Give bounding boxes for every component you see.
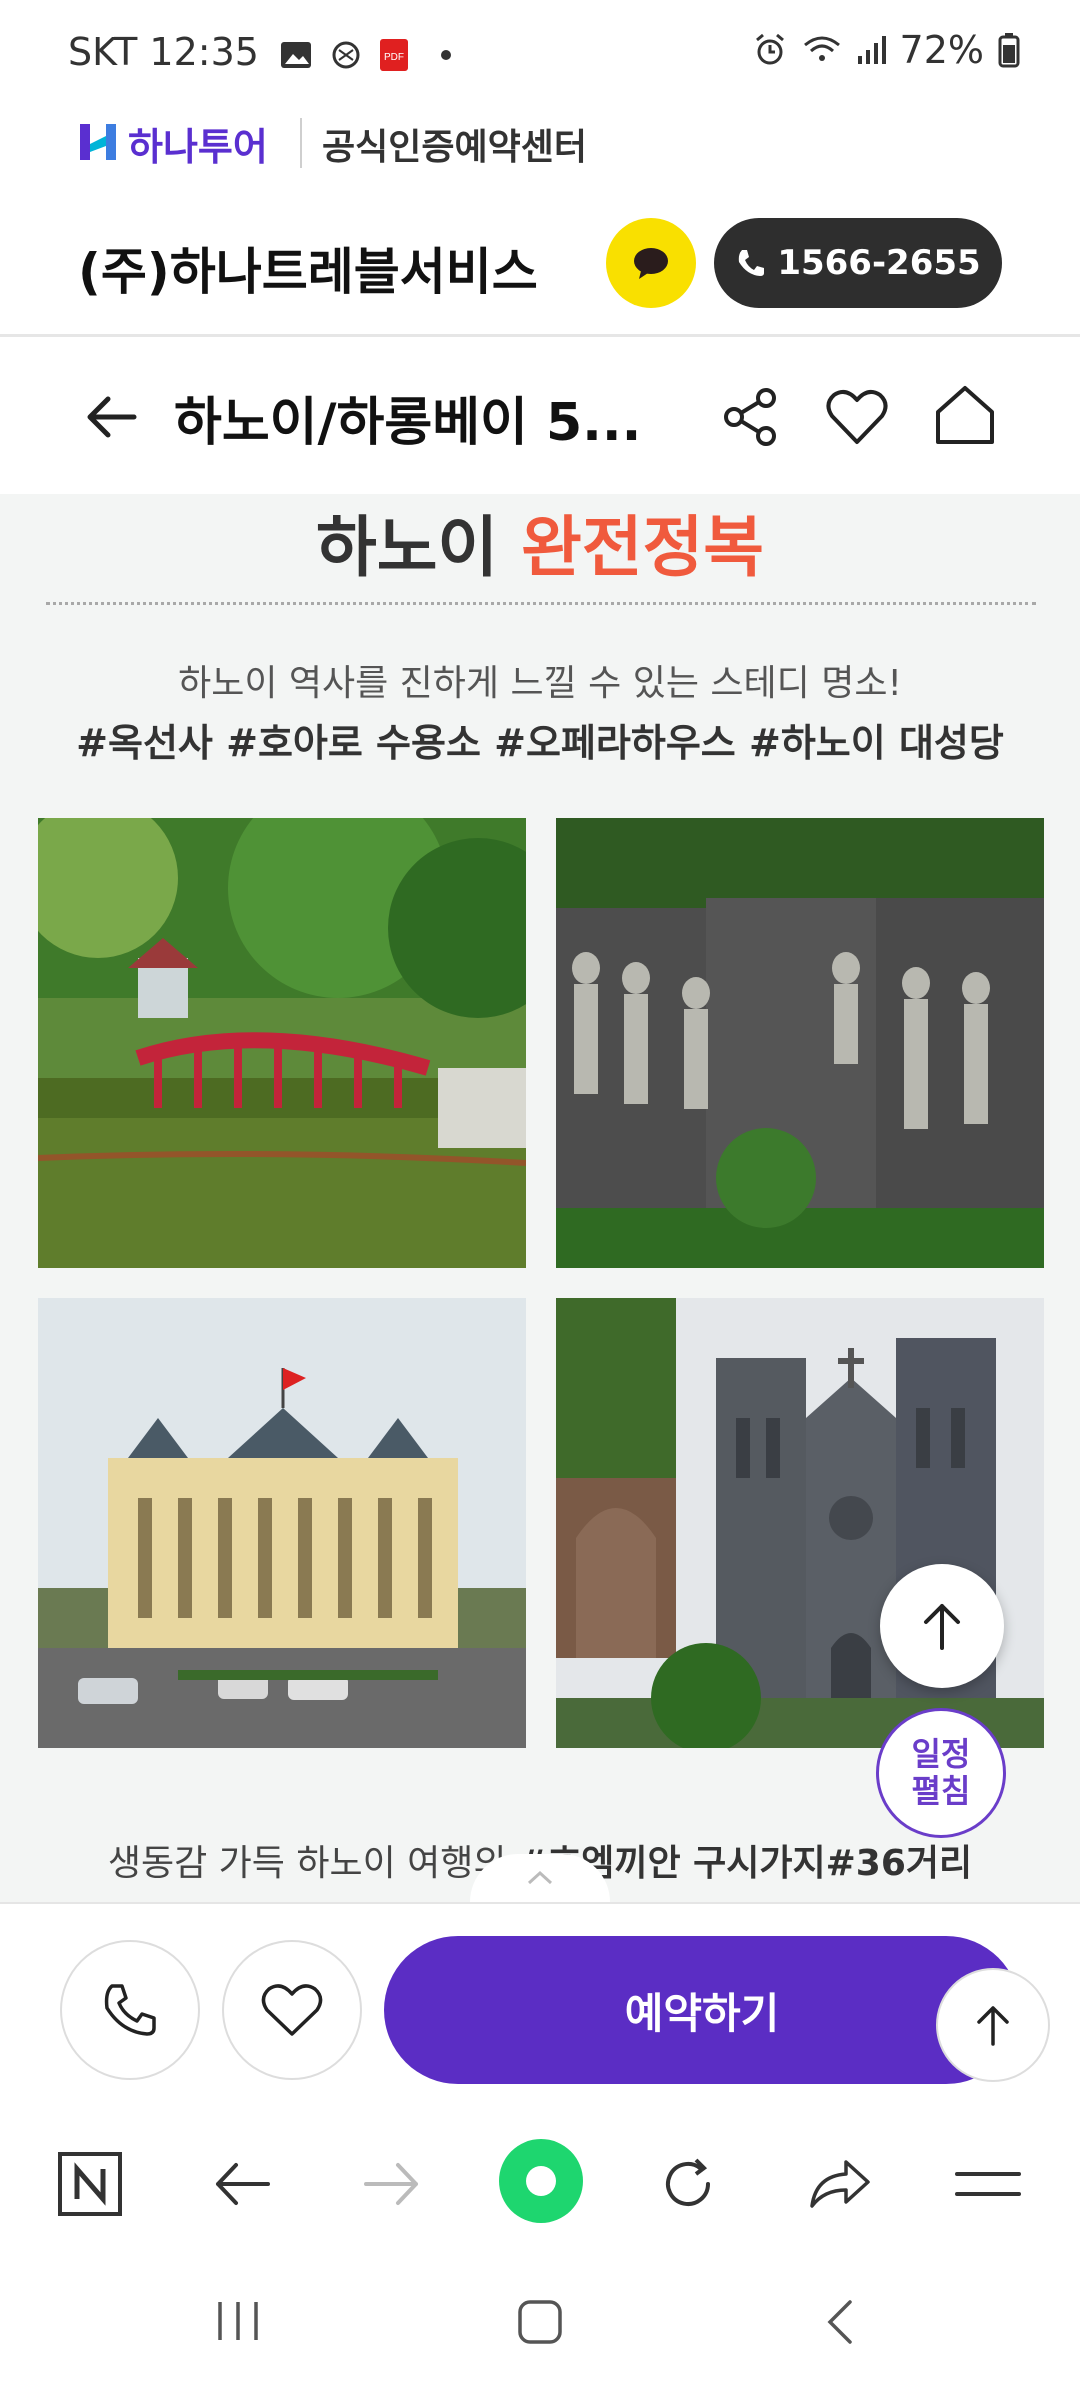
naver-n-icon: [58, 2152, 122, 2216]
agency-name: (주)하나트레블서비스: [78, 243, 538, 301]
browser-forward-button[interactable]: [352, 2144, 432, 2224]
phone-icon: [739, 250, 765, 276]
call-button[interactable]: [60, 1940, 200, 2080]
system-navigation-bar: [0, 2258, 1080, 2400]
chevron-up-icon: [527, 1870, 553, 1885]
alarm-icon: [755, 33, 784, 65]
menu-button[interactable]: [948, 2144, 1028, 2224]
green-dot-icon: [499, 2139, 583, 2223]
app-notification-icon: [332, 41, 360, 68]
system-back-icon[interactable]: [820, 2296, 860, 2348]
browser-toolbar: [0, 2108, 1080, 2258]
menu-icon: [955, 2172, 1021, 2196]
kakao-talk-button[interactable]: [606, 218, 696, 308]
schedule-badge-line1: 일정: [911, 1735, 971, 1774]
wishlist-button[interactable]: [222, 1940, 362, 2080]
favorite-heart-icon[interactable]: [824, 384, 890, 450]
photo-hoa-lo-relief: [556, 818, 1044, 1268]
brand-divider: [300, 118, 302, 168]
back-arrow-icon[interactable]: [80, 385, 144, 449]
arrow-up-icon: [924, 1604, 960, 1650]
heart-icon: [261, 1984, 323, 2036]
phone-icon: [104, 1984, 156, 2036]
kakao-chat-icon: [634, 248, 668, 279]
refresh-button[interactable]: [648, 2144, 728, 2224]
image-notification-icon: [281, 41, 312, 68]
section-headline: 하노이 완전정복: [0, 494, 1080, 590]
dotted-divider: [46, 602, 1036, 605]
share-arrow-icon: [810, 2160, 870, 2208]
arrow-right-icon: [364, 2163, 418, 2205]
product-content: 하노이 완전정복 하노이 역사를 진하게 느낄 수 있는 스테디 명소! #옥선…: [0, 494, 1080, 1902]
battery-percent: 72%: [899, 28, 984, 72]
status-right: 72%: [752, 28, 1020, 72]
arrow-left-icon: [216, 2163, 270, 2205]
share-icon[interactable]: [718, 384, 784, 450]
reserve-button[interactable]: 예약하기: [384, 1936, 1020, 2084]
header-divider: [0, 334, 1080, 337]
headline-accent: 완전정복: [521, 509, 765, 586]
svg-text:PDF: PDF: [384, 52, 404, 63]
section-description: 하노이 역사를 진하게 느낄 수 있는 스테디 명소!: [178, 663, 902, 704]
floating-scroll-top-button[interactable]: [880, 1564, 1004, 1688]
scroll-top-button[interactable]: [936, 1968, 1050, 2082]
pdf-notification-icon: PDF: [380, 38, 409, 71]
photo-huc-bridge: [38, 818, 526, 1268]
phone-number: 1566-2655: [777, 243, 981, 283]
schedule-badge-line2: 펼침: [911, 1772, 971, 1810]
hanatour-logo-text: 하나투어: [128, 125, 268, 169]
clock: 12:35: [149, 30, 259, 74]
hanatour-logo-icon: [80, 124, 116, 160]
schedule-expand-button[interactable]: 일정 펼침: [876, 1708, 1006, 1838]
home-square-icon[interactable]: [512, 2294, 568, 2350]
phone-call-button[interactable]: 1566-2655: [714, 218, 1002, 308]
refresh-icon: [666, 2158, 710, 2206]
wifi-icon: [803, 36, 840, 61]
green-dot-button[interactable]: [496, 2136, 586, 2226]
bottom-text-prefix: 생동감 가득 하노이 여행의: [107, 1843, 518, 1884]
status-bar: SKT 12:35 PDF 72%: [0, 0, 1080, 100]
battery-icon: [998, 33, 1020, 68]
more-notifications-dot: [441, 49, 452, 60]
bottom-action-bar: 예약하기: [0, 1902, 1080, 2110]
recent-apps-icon[interactable]: [210, 2296, 266, 2346]
home-icon[interactable]: [932, 382, 998, 448]
carrier-label: SKT: [68, 30, 138, 74]
arrow-up-icon: [977, 2006, 1009, 2046]
status-left: SKT 12:35 PDF: [68, 30, 452, 74]
page-title: 하노이/하롱베이 5...: [174, 393, 642, 453]
browser-back-button[interactable]: [202, 2144, 282, 2224]
headline-main: 하노이: [315, 509, 499, 586]
certified-center-label: 공식인증예약센터: [322, 127, 587, 168]
naver-home-button[interactable]: [50, 2144, 130, 2224]
signal-icon: [857, 36, 886, 64]
section-tags: #옥선사 #호아로 수용소 #오페라하우스 #하노이 대성당: [76, 721, 1004, 765]
share-page-button[interactable]: [800, 2144, 880, 2224]
photo-opera-house: [38, 1298, 526, 1748]
